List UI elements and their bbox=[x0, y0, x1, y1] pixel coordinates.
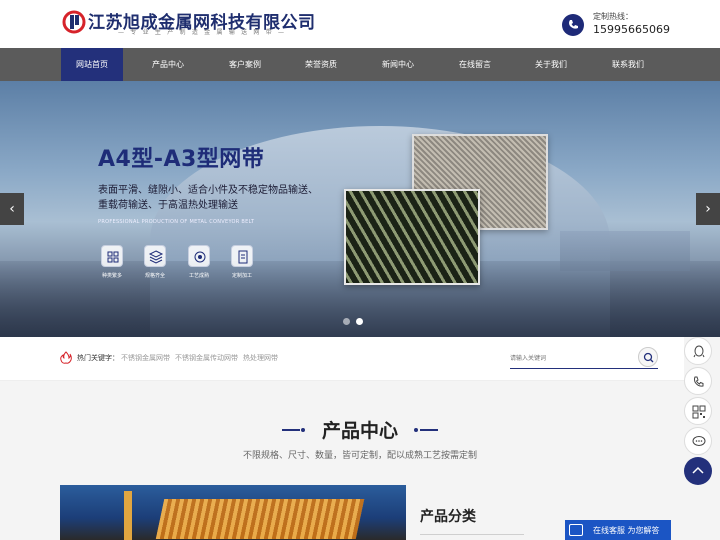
banner-title: A4型-A3型网带 bbox=[98, 147, 265, 172]
section-description: 不限规格、尺寸、数量，皆可定制，配以成熟工艺按需定制 bbox=[242, 451, 477, 461]
section-title: 产品中心 bbox=[321, 420, 398, 442]
message-button[interactable] bbox=[684, 427, 712, 455]
title-divider-right bbox=[420, 429, 438, 431]
nav-item-honors[interactable]: 荣誉资质 bbox=[290, 48, 352, 81]
layers-icon bbox=[144, 245, 166, 267]
back-to-top-button[interactable] bbox=[684, 457, 712, 485]
qq-button[interactable] bbox=[684, 337, 712, 365]
qq-icon bbox=[693, 345, 705, 358]
grid-icon bbox=[101, 245, 123, 267]
nav-item-contact[interactable]: 联系我们 bbox=[597, 48, 659, 81]
online-service-button[interactable]: 在线客服 为您解答 bbox=[565, 520, 671, 540]
feature-label: 规格齐全 bbox=[144, 273, 165, 279]
banner-next-button[interactable]: › bbox=[696, 193, 720, 225]
furnace-mesh-glow bbox=[155, 499, 365, 539]
nav-item-cases[interactable]: 客户案例 bbox=[214, 48, 276, 81]
site-header: 江苏旭成金属网科技有限公司 — 专 业 生 产 制 造 金 属 输 送 网 带 … bbox=[0, 0, 720, 48]
search-box bbox=[510, 347, 658, 369]
nav-item-products[interactable]: 产品中心 bbox=[137, 48, 199, 81]
phone-button[interactable] bbox=[684, 367, 712, 395]
feature-label: 种类繁多 bbox=[101, 273, 122, 279]
banner-description: 表面平滑、缝隙小、适合小件及不稳定物品输送、 重载荷输送、于高温热处理输送 bbox=[98, 183, 318, 213]
banner-english-tagline: PROFESSIONAL PRODUCTION OF METAL CONVEYO… bbox=[98, 219, 255, 225]
document-icon bbox=[231, 245, 253, 267]
gear-icon bbox=[188, 245, 210, 267]
featured-product-image[interactable] bbox=[60, 485, 406, 540]
banner-dot-1[interactable] bbox=[343, 318, 350, 325]
search-button[interactable] bbox=[638, 347, 658, 367]
banner-prev-button[interactable]: ‹ bbox=[0, 193, 24, 225]
chat-bubble-icon bbox=[692, 436, 706, 446]
hot-keywords-bar: 热门关键字： 不锈钢金属网带 不锈钢金属传动网带 热处理网带 bbox=[0, 337, 720, 381]
title-divider-dot bbox=[414, 428, 418, 432]
nav-item-home[interactable]: 网站首页 bbox=[61, 48, 123, 81]
chevron-up-icon bbox=[692, 466, 704, 474]
banner-city-skyline bbox=[560, 231, 690, 271]
feature-specs: 规格齐全 bbox=[142, 245, 168, 279]
qrcode-button[interactable] bbox=[684, 397, 712, 425]
nav-item-news[interactable]: 新闻中心 bbox=[367, 48, 429, 81]
feature-label: 定制加工 bbox=[231, 273, 252, 279]
keyword-link[interactable]: 不锈钢金属网带 bbox=[121, 353, 170, 363]
furnace-pole bbox=[124, 491, 132, 540]
hero-banner[interactable]: A4型-A3型网带 表面平滑、缝隙小、适合小件及不稳定物品输送、 重载荷输送、于… bbox=[0, 81, 720, 337]
feature-variety: 种类繁多 bbox=[99, 245, 125, 279]
online-service-label: 在线客服 为您解答 bbox=[593, 526, 660, 535]
hot-keywords-label: 热门关键字： bbox=[77, 354, 119, 362]
product-center-section: 产品中心 不限规格、尺寸、数量，皆可定制，配以成熟工艺按需定制 产品分类 bbox=[0, 381, 720, 540]
search-icon bbox=[643, 352, 654, 363]
category-underline bbox=[420, 534, 524, 535]
fire-icon bbox=[60, 351, 72, 364]
chat-icon bbox=[569, 524, 583, 536]
category-title: 产品分类 bbox=[420, 509, 476, 525]
banner-dot-2[interactable] bbox=[356, 318, 363, 325]
logo-icon[interactable] bbox=[62, 10, 86, 34]
phone-icon bbox=[694, 376, 704, 387]
banner-desc-line-2: 重载荷输送、于高温热处理输送 bbox=[98, 200, 238, 211]
hotline-label: 定制热线： bbox=[593, 12, 633, 21]
qrcode-icon bbox=[692, 405, 706, 419]
main-nav: 网站首页 产品中心 客户案例 荣誉资质 新闻中心 在线留言 关于我们 联系我们 bbox=[0, 48, 720, 81]
keyword-link[interactable]: 热处理网带 bbox=[243, 353, 278, 363]
keyword-link[interactable]: 不锈钢金属传动网带 bbox=[175, 353, 238, 363]
search-input[interactable] bbox=[510, 349, 628, 367]
phone-icon bbox=[562, 14, 584, 36]
product-image-mesh-a4 bbox=[344, 189, 480, 285]
nav-item-about[interactable]: 关于我们 bbox=[520, 48, 582, 81]
company-slogan: — 专 业 生 产 制 造 金 属 输 送 网 带 — bbox=[118, 29, 287, 36]
feature-craft: 工艺成熟 bbox=[186, 245, 212, 279]
feature-custom: 定制加工 bbox=[229, 245, 255, 279]
feature-label: 工艺成熟 bbox=[188, 273, 209, 279]
hotline-number: 15995665069 bbox=[593, 23, 670, 36]
nav-item-message[interactable]: 在线留言 bbox=[444, 48, 506, 81]
banner-desc-line-1: 表面平滑、缝隙小、适合小件及不稳定物品输送、 bbox=[98, 185, 318, 196]
